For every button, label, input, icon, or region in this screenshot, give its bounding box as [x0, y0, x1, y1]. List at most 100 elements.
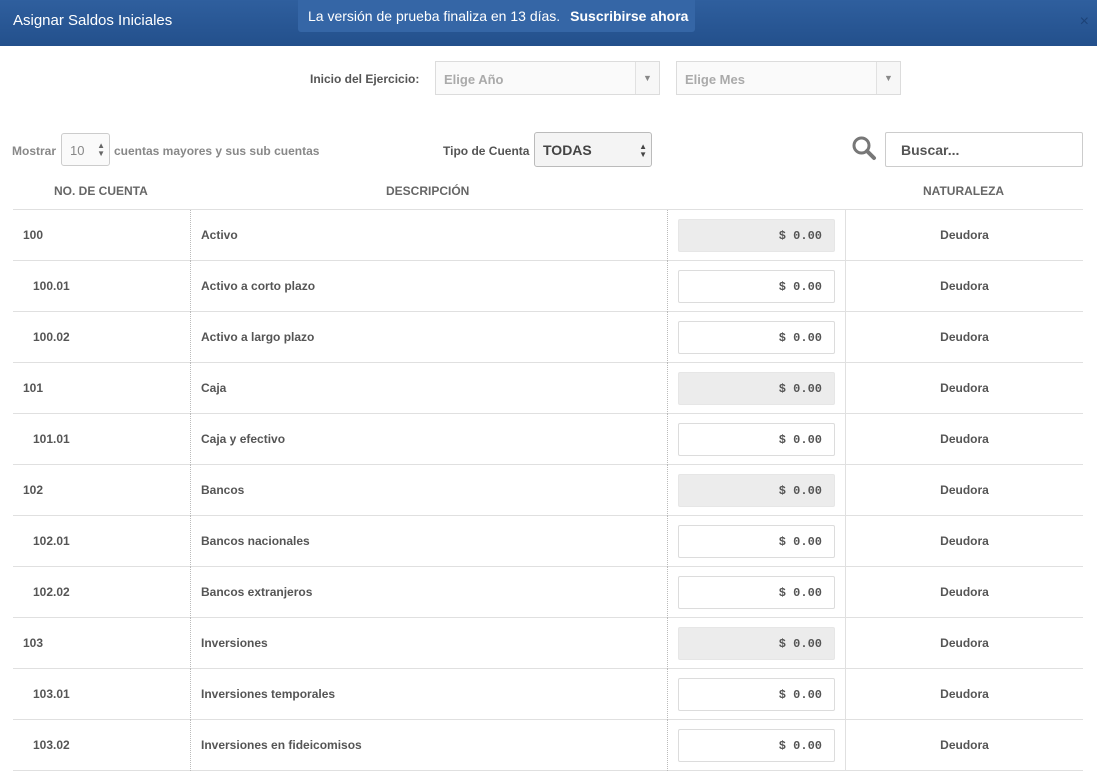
- close-icon[interactable]: ×: [1080, 13, 1089, 31]
- account-number: 102.02: [33, 585, 70, 599]
- table-header: NO. DE CUENTA DESCRIPCIÓN NATURALEZA: [13, 176, 1083, 210]
- show-label: Mostrar: [12, 144, 57, 158]
- account-number: 103.02: [33, 738, 70, 752]
- account-number-cell: 100.02: [13, 312, 191, 363]
- account-number: 103.01: [33, 687, 70, 701]
- amount-cell: $ 0.00: [668, 261, 846, 312]
- account-number: 101.01: [33, 432, 70, 446]
- search-input[interactable]: [885, 132, 1083, 167]
- page-size-select[interactable]: 10 ▲ ▼: [61, 133, 110, 166]
- table-row: 101.01 Caja y efectivo $ 0.00 Deudora: [13, 414, 1083, 465]
- initial-balance-input: $ 0.00: [678, 474, 835, 507]
- description-cell: Bancos extranjeros: [191, 567, 668, 618]
- account-nature: Deudora: [940, 432, 989, 446]
- initial-balance-input[interactable]: $ 0.00: [678, 270, 835, 303]
- amount-cell: $ 0.00: [668, 567, 846, 618]
- accounts-table: NO. DE CUENTA DESCRIPCIÓN NATURALEZA 100…: [13, 176, 1083, 771]
- account-nature: Deudora: [940, 636, 989, 650]
- year-select[interactable]: Elige Año ▼: [435, 61, 660, 95]
- account-number-cell: 102.01: [13, 516, 191, 567]
- account-description: Inversiones: [201, 636, 268, 650]
- description-cell: Bancos: [191, 465, 668, 516]
- description-cell: Activo a largo plazo: [191, 312, 668, 363]
- account-type-label: Tipo de Cuenta: [443, 144, 530, 158]
- page-size-value: 10: [70, 143, 85, 158]
- initial-balance-input: $ 0.00: [678, 627, 835, 660]
- dialog-title: Asignar Saldos Iniciales: [13, 12, 173, 29]
- account-description: Bancos extranjeros: [201, 585, 313, 599]
- table-filter-row: Mostrar 10 ▲ ▼ cuentas mayores y sus sub …: [0, 132, 1097, 167]
- account-number-cell: 102: [13, 465, 191, 516]
- account-type-select[interactable]: TODAS ▲ ▼: [534, 132, 652, 167]
- amount-cell: $ 0.00: [668, 720, 846, 771]
- search-icon[interactable]: [851, 135, 877, 161]
- subscribe-link[interactable]: Suscribirse ahora: [570, 8, 688, 24]
- table-body: 100 Activo $ 0.00 Deudora 100.01 Activo a cor…: [13, 210, 1083, 771]
- description-cell: Inversiones temporales: [191, 669, 668, 720]
- initial-balance-input[interactable]: $ 0.00: [678, 321, 835, 354]
- nature-cell: Deudora: [846, 669, 1083, 720]
- account-number: 100.02: [33, 330, 70, 344]
- initial-balance-input: $ 0.00: [678, 372, 835, 405]
- description-cell: Caja y efectivo: [191, 414, 668, 465]
- description-cell: Activo: [191, 210, 668, 261]
- column-header-description: DESCRIPCIÓN: [386, 184, 470, 198]
- account-description: Inversiones temporales: [201, 687, 336, 701]
- nature-cell: Deudora: [846, 261, 1083, 312]
- description-cell: Inversiones en fideicomisos: [191, 720, 668, 771]
- account-number-cell: 101.01: [13, 414, 191, 465]
- account-nature: Deudora: [940, 279, 989, 293]
- description-cell: Inversiones: [191, 618, 668, 669]
- initial-balance-input[interactable]: $ 0.00: [678, 678, 835, 711]
- caret-down-icon: ▼: [635, 62, 659, 94]
- account-number: 101: [23, 381, 44, 395]
- table-row: 100.01 Activo a corto plazo $ 0.00 Deudora: [13, 261, 1083, 312]
- trial-banner: La versión de prueba finaliza en 13 días…: [298, 0, 695, 32]
- account-nature: Deudora: [940, 228, 989, 242]
- column-header-nature: NATURALEZA: [923, 184, 1005, 198]
- account-description: Caja: [201, 381, 227, 395]
- nature-cell: Deudora: [846, 465, 1083, 516]
- amount-cell: $ 0.00: [668, 669, 846, 720]
- table-row: 103 Inversiones $ 0.00 Deudora: [13, 618, 1083, 669]
- table-row: 102.01 Bancos nacionales $ 0.00 Deudora: [13, 516, 1083, 567]
- account-number-cell: 100: [13, 210, 191, 261]
- column-header-account-number: NO. DE CUENTA: [54, 184, 148, 198]
- nature-cell: Deudora: [846, 516, 1083, 567]
- account-number-cell: 103: [13, 618, 191, 669]
- account-nature: Deudora: [940, 738, 989, 752]
- month-select-value: Elige Mes: [685, 72, 745, 87]
- account-nature: Deudora: [940, 534, 989, 548]
- nature-cell: Deudora: [846, 363, 1083, 414]
- account-number: 103: [23, 636, 44, 650]
- up-down-arrows-icon: ▲ ▼: [97, 141, 105, 158]
- account-nature: Deudora: [940, 585, 989, 599]
- account-description: Activo a corto plazo: [201, 279, 316, 293]
- up-down-arrows-icon: ▲ ▼: [639, 142, 647, 159]
- account-type-value: TODAS: [543, 142, 592, 158]
- account-nature: Deudora: [940, 483, 989, 497]
- initial-balance-input[interactable]: $ 0.00: [678, 729, 835, 762]
- account-description: Activo: [201, 228, 238, 242]
- month-select[interactable]: Elige Mes ▼: [676, 61, 901, 95]
- amount-cell: $ 0.00: [668, 414, 846, 465]
- table-row: 101 Caja $ 0.00 Deudora: [13, 363, 1083, 414]
- dialog-header: Asignar Saldos Iniciales La versión de p…: [0, 0, 1097, 46]
- initial-balance-input[interactable]: $ 0.00: [678, 525, 835, 558]
- account-number-cell: 100.01: [13, 261, 191, 312]
- description-cell: Caja: [191, 363, 668, 414]
- page-size-suffix: cuentas mayores y sus sub cuentas: [114, 144, 320, 158]
- table-row: 102.02 Bancos extranjeros $ 0.00 Deudora: [13, 567, 1083, 618]
- initial-balance-input[interactable]: $ 0.00: [678, 423, 835, 456]
- amount-cell: $ 0.00: [668, 618, 846, 669]
- amount-cell: $ 0.00: [668, 363, 846, 414]
- table-row: 103.01 Inversiones temporales $ 0.00 Deudor…: [13, 669, 1083, 720]
- fiscal-start-label: Inicio del Ejercicio:: [310, 72, 420, 86]
- table-row: 102 Bancos $ 0.00 Deudora: [13, 465, 1083, 516]
- account-number-cell: 103.02: [13, 720, 191, 771]
- description-cell: Bancos nacionales: [191, 516, 668, 567]
- initial-balance-input[interactable]: $ 0.00: [678, 576, 835, 609]
- account-description: Caja y efectivo: [201, 432, 286, 446]
- account-description: Activo a largo plazo: [201, 330, 315, 344]
- description-cell: Activo a corto plazo: [191, 261, 668, 312]
